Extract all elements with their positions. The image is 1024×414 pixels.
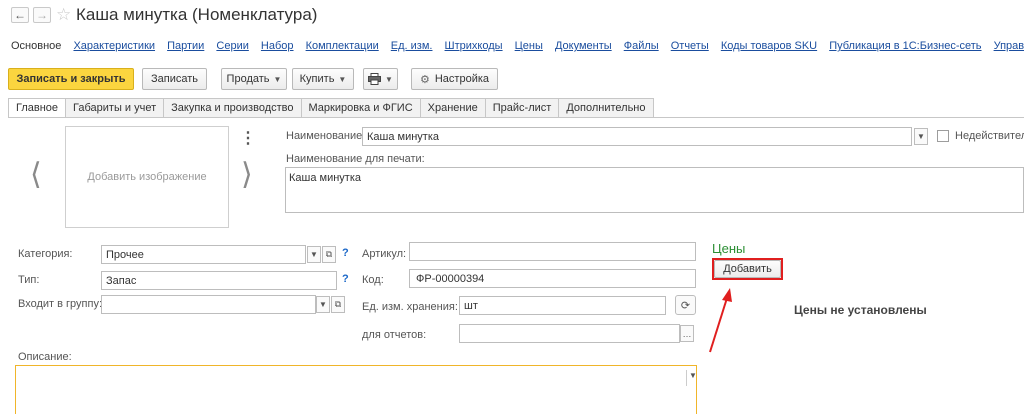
tab-price-list[interactable]: Прайс-лист [485,98,560,118]
tab-additional[interactable]: Дополнительно [559,98,654,118]
ellipsis-icon: … [682,328,692,339]
type-input[interactable]: Запас [101,271,337,290]
next-image-chevron-icon[interactable]: ⟩ [241,160,253,190]
article-input[interactable] [409,242,696,261]
sell-label: Продать [226,73,270,85]
tab-purchase-production[interactable]: Закупка и производство [164,98,302,118]
invalid-label: Недействитель [955,130,1024,142]
open-window-icon: ⧉ [334,299,342,309]
buy-dropdown-button[interactable]: Купить ▼ [292,68,354,90]
history-icon: ⟳ [680,298,691,312]
group-dropdown-button[interactable]: ▼ [316,296,330,313]
unit-history-button[interactable]: ⟳ [675,295,696,315]
annotation-arrow-icon [709,288,732,353]
article-label: Артикул: [362,248,407,260]
add-price-button[interactable]: Добавить [714,260,781,278]
category-help-icon[interactable]: ? [342,247,349,259]
tab-main[interactable]: Главное [8,98,67,118]
reports-label: для отчетов: [362,329,427,341]
print-name-textarea[interactable]: Каша минутка [285,167,1024,213]
unit-input[interactable]: шт [459,296,666,315]
gear-icon: ⚙ [419,72,430,86]
name-input[interactable]: Каша минутка [362,127,912,146]
chevron-down-icon: ▼ [319,300,327,309]
nav-link-bar: Основное Характеристики Партии Серии Наб… [11,40,1024,56]
chevron-down-icon[interactable]: ▼ [689,371,697,380]
category-open-button[interactable]: ⧉ [322,246,336,263]
category-label: Категория: [18,248,73,260]
tab-dimensions[interactable]: Габариты и учет [66,98,165,118]
nav-link-sku-codes[interactable]: Коды товаров SKU [721,40,817,52]
print-name-value: Каша минутка [289,172,362,184]
no-prices-text: Цены не установлены [794,303,927,317]
add-image-label: Добавить изображение [87,171,207,183]
nav-link-kit[interactable]: Набор [261,40,294,52]
arrow-right-icon: → [36,8,48,22]
prev-image-chevron-icon[interactable]: ⟨ [30,160,42,190]
tab-marking[interactable]: Маркировка и ФГИС [301,98,421,118]
nav-link-business-network[interactable]: Публикация в 1С:Бизнес-сеть [829,40,981,52]
reports-input[interactable] [459,324,680,343]
description-textarea[interactable] [15,365,697,414]
more-vertical-icon[interactable]: ⋮ [240,128,256,148]
unit-label: Ед. изм. хранения: [362,301,458,313]
category-input[interactable]: Прочее [101,245,306,264]
save-button[interactable]: Записать [142,68,207,90]
nav-link-prices[interactable]: Цены [515,40,543,52]
nav-link-units[interactable]: Ед. изм. [391,40,433,52]
nav-link-main[interactable]: Основное [11,40,61,52]
print-name-label: Наименование для печати: [286,153,425,165]
group-label: Входит в группу: [18,298,102,310]
printer-icon [368,73,382,85]
description-label: Описание: [18,351,72,363]
nav-link-reports[interactable]: Отчеты [671,40,709,52]
tab-storage[interactable]: Хранение [420,98,486,118]
chevron-down-icon: ▼ [917,132,925,141]
save-and-close-button[interactable]: Записать и закрыть [8,68,134,90]
forward-button[interactable]: → [33,7,51,23]
code-input[interactable]: ФР-00000394 [409,269,696,288]
invalid-checkbox[interactable] [937,130,949,142]
open-window-icon: ⧉ [325,249,333,259]
reports-select-button[interactable]: … [680,325,694,342]
group-input[interactable] [101,295,316,314]
sell-dropdown-button[interactable]: Продать ▼ [221,68,287,90]
group-open-button[interactable]: ⧉ [331,296,345,313]
nav-link-batches[interactable]: Партии [167,40,204,52]
category-dropdown-button[interactable]: ▼ [307,246,321,263]
chevron-down-icon: ▼ [273,74,282,84]
tab-divider [8,117,1024,118]
settings-button[interactable]: ⚙ Настройка [411,68,498,90]
name-label: Наименование: [286,130,366,142]
name-dropdown-button[interactable]: ▼ [914,128,928,145]
nav-link-files[interactable]: Файлы [624,40,659,52]
buy-label: Купить [299,73,335,85]
nav-link-barcodes[interactable]: Штрихкоды [445,40,503,52]
back-button[interactable]: ← [11,7,29,23]
description-separator [686,370,687,386]
print-dropdown-button[interactable]: ▼ [363,68,398,90]
window-title: Каша минутка (Номенклатура) [76,5,318,24]
tab-strip: Главное Габариты и учет Закупка и произв… [8,98,654,118]
nav-link-characteristics[interactable]: Характеристики [73,40,155,52]
chevron-down-icon: ▼ [385,74,393,84]
settings-label: Настройка [434,73,490,85]
chevron-down-icon: ▼ [338,74,347,84]
image-placeholder[interactable]: Добавить изображение [65,126,229,228]
prices-title: Цены [712,241,746,256]
chevron-down-icon: ▼ [310,250,318,259]
type-help-icon[interactable]: ? [342,273,349,285]
code-label: Код: [362,274,384,286]
nav-link-series[interactable]: Серии [216,40,248,52]
arrow-left-icon: ← [14,8,26,22]
nav-link-documents[interactable]: Документы [555,40,612,52]
favorite-star-icon[interactable]: ☆ [56,6,71,23]
nav-link-assemblies[interactable]: Комплектации [306,40,379,52]
type-label: Тип: [18,274,40,286]
nav-link-management[interactable]: Управле [994,40,1024,52]
